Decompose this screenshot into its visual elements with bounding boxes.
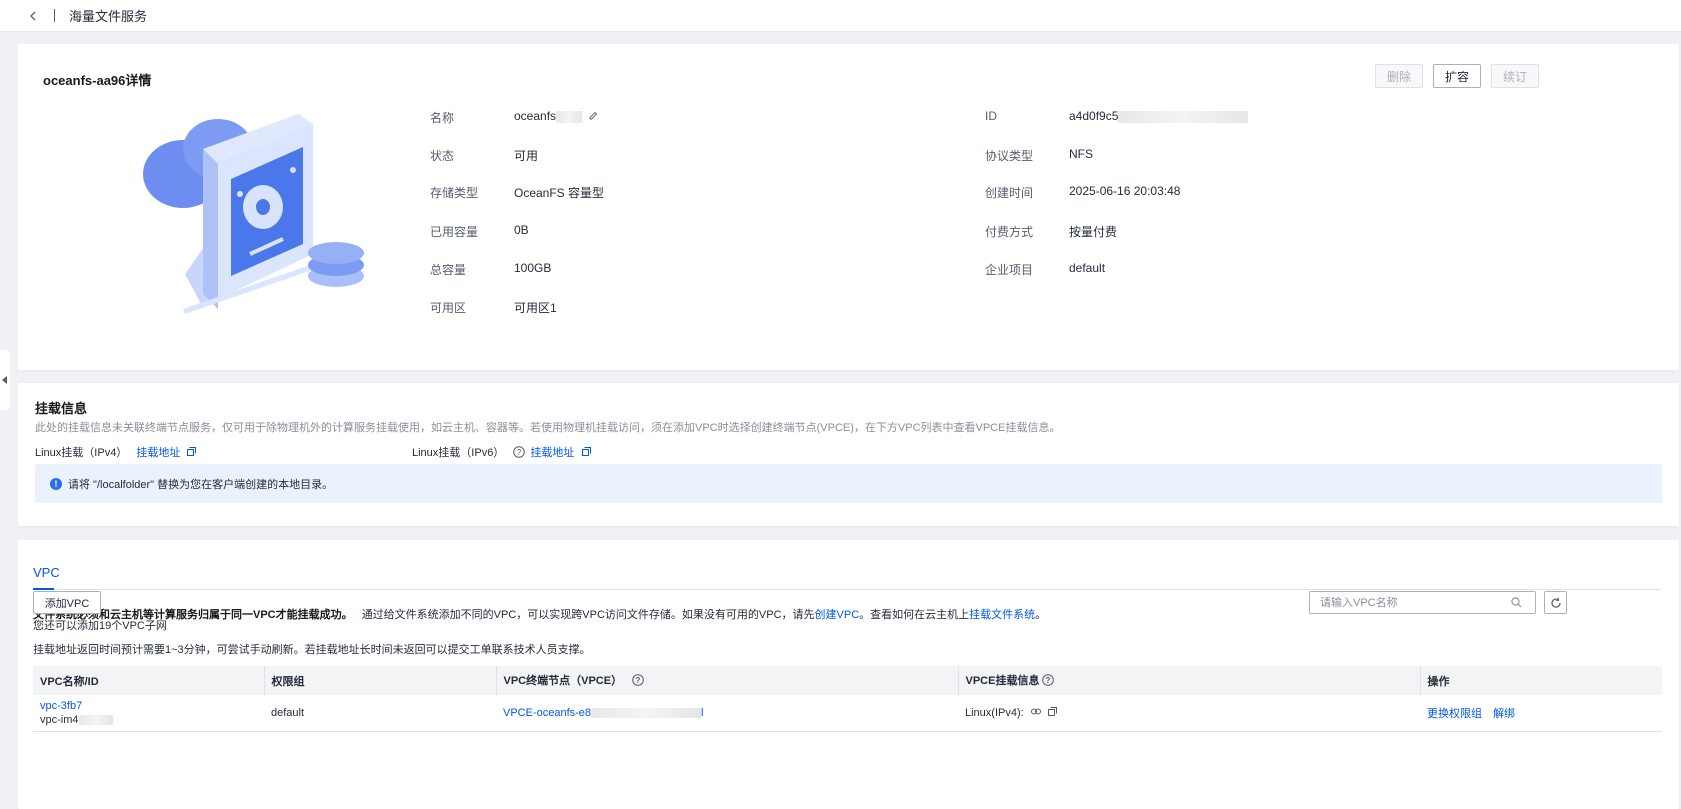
change-perm-group-link[interactable]: 更换权限组 bbox=[1427, 708, 1482, 720]
page-title: 海量文件服务 bbox=[69, 9, 148, 24]
link-icon[interactable] bbox=[1030, 707, 1041, 719]
created-time-value: 2025-06-16 20:03:48 bbox=[1069, 184, 1181, 198]
redacted-text bbox=[591, 707, 702, 718]
vpc-note-text: 挂载地址返回时间预计需要1~3分钟，可尝试手动刷新。若挂载地址长时间未返回可以提… bbox=[33, 644, 591, 656]
id-label: ID bbox=[985, 109, 997, 123]
detail-title: oceanfs-aa96详情 bbox=[43, 73, 152, 88]
perm-group-cell: default bbox=[264, 695, 496, 732]
mount-info-desc: 此处的挂载信息未关联终端节点服务，仅可用于除物理机外的计算服务挂载使用，如云主机… bbox=[35, 422, 1061, 434]
storage-type-value: OceanFS 容量型 bbox=[514, 186, 605, 200]
col-vpc-name: VPC名称/ID bbox=[33, 666, 265, 695]
name-label: 名称 bbox=[430, 111, 455, 125]
vpc-id: vpc-im4 bbox=[40, 714, 264, 726]
table-row: vpc-3fb7 vpc-im4 default VPCE-oceanfs-e8… bbox=[33, 695, 1662, 732]
enterprise-project-value: default bbox=[1069, 261, 1106, 275]
vpce-mount-cell: Linux(IPv4): bbox=[958, 695, 1420, 732]
tab-vpc[interactable]: VPC bbox=[33, 565, 60, 580]
svg-text:?: ? bbox=[517, 448, 522, 457]
ipv4-mount-address-link[interactable]: 挂载地址 bbox=[136, 447, 180, 459]
actions-cell: 更换权限组 解绑 bbox=[1420, 695, 1662, 732]
vpc-name-cell: vpc-3fb7 vpc-im4 bbox=[33, 695, 264, 732]
edit-icon[interactable] bbox=[588, 110, 598, 124]
total-capacity-value: 100GB bbox=[514, 261, 552, 275]
copy-icon[interactable] bbox=[187, 447, 197, 459]
protocol-value: NFS bbox=[1069, 147, 1093, 161]
redacted-text bbox=[78, 714, 113, 725]
add-vpc-button[interactable]: 添加VPC bbox=[33, 591, 101, 614]
redacted-text bbox=[556, 110, 583, 123]
vpc-search-box bbox=[1309, 591, 1536, 614]
create-vpc-link[interactable]: 创建VPC bbox=[815, 609, 860, 621]
id-value: a4d0f9c5 bbox=[1069, 109, 1249, 123]
search-icon[interactable] bbox=[1511, 597, 1522, 608]
vpce-cell: VPCE-oceanfs-e8 l bbox=[496, 695, 958, 732]
mount-info-title: 挂载信息 bbox=[35, 401, 88, 416]
mount-info-card: 挂载信息 此处的挂载信息未关联终端节点服务，仅可用于除物理机外的计算服务挂载使用… bbox=[18, 383, 1679, 526]
svg-text:?: ? bbox=[1046, 676, 1051, 685]
tab-divider bbox=[33, 589, 1661, 590]
vpc-description: 文件系统必须和云主机等计算服务归属于同一VPC才能挂载成功。 通过给文件系统添加… bbox=[33, 609, 1047, 621]
refresh-icon bbox=[1550, 597, 1561, 608]
unbind-link[interactable]: 解绑 bbox=[1493, 708, 1515, 720]
refresh-button[interactable] bbox=[1544, 591, 1567, 614]
mount-ipv6: Linux挂载（IPv6） ? 挂载地址 bbox=[412, 444, 591, 461]
divider bbox=[54, 9, 55, 22]
billing-value: 按量付费 bbox=[1069, 225, 1118, 239]
vpce-link[interactable]: VPCE-oceanfs-e8 bbox=[503, 707, 591, 719]
az-value: 可用区1 bbox=[514, 301, 557, 315]
col-vpce-mount: VPCE挂载信息? bbox=[958, 666, 1421, 695]
storage-type-label: 存储类型 bbox=[430, 186, 479, 200]
help-icon[interactable]: ? bbox=[513, 445, 526, 461]
svg-text:?: ? bbox=[636, 676, 641, 685]
col-vpce: VPC终端节点（VPCE）? bbox=[496, 666, 959, 695]
help-icon[interactable]: ? bbox=[1042, 673, 1055, 689]
redacted-text bbox=[1118, 110, 1249, 123]
help-icon[interactable]: ? bbox=[632, 673, 644, 689]
used-capacity-value: 0B bbox=[514, 223, 529, 237]
status-label: 状态 bbox=[430, 149, 455, 163]
vpc-remaining-text: 您还可以添加19个VPC子网 bbox=[33, 620, 167, 632]
protocol-label: 协议类型 bbox=[985, 149, 1034, 163]
total-capacity-label: 总容量 bbox=[430, 263, 467, 277]
name-value: oceanfs bbox=[514, 109, 598, 124]
created-time-label: 创建时间 bbox=[985, 186, 1034, 200]
ipv6-mount-address-link[interactable]: 挂载地址 bbox=[530, 447, 574, 459]
collapse-sidebar-handle[interactable] bbox=[0, 350, 10, 410]
copy-icon[interactable] bbox=[581, 447, 591, 459]
vpc-card: VPC 文件系统必须和云主机等计算服务归属于同一VPC才能挂载成功。 通过给文件… bbox=[18, 540, 1679, 809]
az-label: 可用区 bbox=[430, 301, 467, 315]
billing-label: 付费方式 bbox=[985, 225, 1034, 239]
mount-fs-link[interactable]: 挂载文件系统 bbox=[969, 609, 1035, 621]
top-bar: 海量文件服务 bbox=[0, 0, 1681, 32]
storage-illustration bbox=[143, 114, 364, 314]
expand-button[interactable]: 扩容 bbox=[1433, 64, 1481, 88]
alert-text: 请将 "/localfolder" 替换为您在客户端创建的本地目录。 bbox=[68, 478, 334, 491]
vpc-table: VPC名称/ID 权限组 VPC终端节点（VPCE）? VPCE挂载信息? 操作… bbox=[33, 666, 1662, 732]
enterprise-project-label: 企业项目 bbox=[985, 263, 1034, 277]
tab-active-indicator bbox=[33, 588, 54, 590]
used-capacity-label: 已用容量 bbox=[430, 225, 479, 239]
table-header-row: VPC名称/ID 权限组 VPC终端节点（VPCE）? VPCE挂载信息? 操作 bbox=[33, 666, 1662, 695]
delete-button[interactable]: 删除 bbox=[1375, 64, 1423, 88]
renew-button[interactable]: 续订 bbox=[1491, 64, 1539, 88]
back-icon[interactable] bbox=[26, 9, 40, 23]
col-perm-group: 权限组 bbox=[264, 666, 497, 695]
mount-ipv4: Linux挂载（IPv4） 挂载地址 bbox=[35, 444, 197, 460]
info-alert: ! 请将 "/localfolder" 替换为您在客户端创建的本地目录。 bbox=[35, 464, 1662, 503]
col-actions: 操作 bbox=[1420, 666, 1662, 695]
vpc-search-input[interactable] bbox=[1320, 596, 1505, 609]
detail-card: oceanfs-aa96详情 删除 扩容 续订 名称 oceanfs 状态 可用… bbox=[18, 44, 1679, 370]
vpc-name-link[interactable]: vpc-3fb7 bbox=[40, 700, 264, 712]
info-icon: ! bbox=[50, 477, 62, 490]
status-value: 可用 bbox=[514, 149, 539, 163]
copy-icon[interactable] bbox=[1047, 706, 1057, 719]
